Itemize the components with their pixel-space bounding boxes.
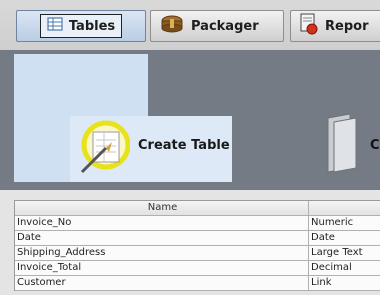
field-name-cell: Customer — [15, 276, 309, 291]
next-task-label: C — [370, 138, 380, 153]
tab-label: Repor — [325, 18, 369, 34]
tab-packager[interactable]: Packager — [150, 10, 284, 42]
field-name-cell: Date — [15, 231, 309, 246]
table-header: Name — [15, 201, 380, 216]
table-row[interactable]: Date Date — [15, 231, 380, 246]
create-table-button[interactable]: Create Table — [70, 116, 232, 182]
field-type-cell: Large Text — [309, 246, 380, 261]
fields-table: Name Invoice_No Numeric Date Date Shippi… — [14, 200, 380, 291]
field-name-cell: Invoice_Total — [15, 261, 309, 276]
tasks-panel: Create Table C — [0, 50, 380, 190]
table-row[interactable]: Invoice_Total Decimal — [15, 261, 380, 276]
folder-icon[interactable] — [320, 112, 364, 174]
tab-tables[interactable]: Tables — [16, 10, 146, 42]
column-header-type[interactable] — [309, 201, 380, 216]
toolbar: Tables Packager Repor — [0, 0, 380, 50]
field-name-cell: Invoice_No — [15, 216, 309, 231]
column-header-name[interactable]: Name — [15, 201, 309, 216]
table-row[interactable]: Shipping_Address Large Text — [15, 246, 380, 261]
field-type-cell: Decimal — [309, 261, 380, 276]
table-row[interactable]: Customer Link — [15, 276, 380, 291]
tab-label: Tables — [68, 18, 116, 34]
create-table-icon — [76, 118, 131, 176]
field-type-cell: Link — [309, 276, 380, 291]
create-table-label: Create Table — [138, 138, 230, 153]
table-icon — [47, 17, 63, 35]
field-name-cell: Shipping_Address — [15, 246, 309, 261]
tab-reports[interactable]: Repor — [290, 10, 380, 42]
tab-label: Packager — [191, 18, 259, 34]
field-type-cell: Numeric — [309, 216, 380, 231]
table-row[interactable]: Invoice_No Numeric — [15, 216, 380, 231]
report-icon — [299, 13, 319, 39]
field-type-cell: Date — [309, 231, 380, 246]
packager-icon — [159, 14, 185, 38]
